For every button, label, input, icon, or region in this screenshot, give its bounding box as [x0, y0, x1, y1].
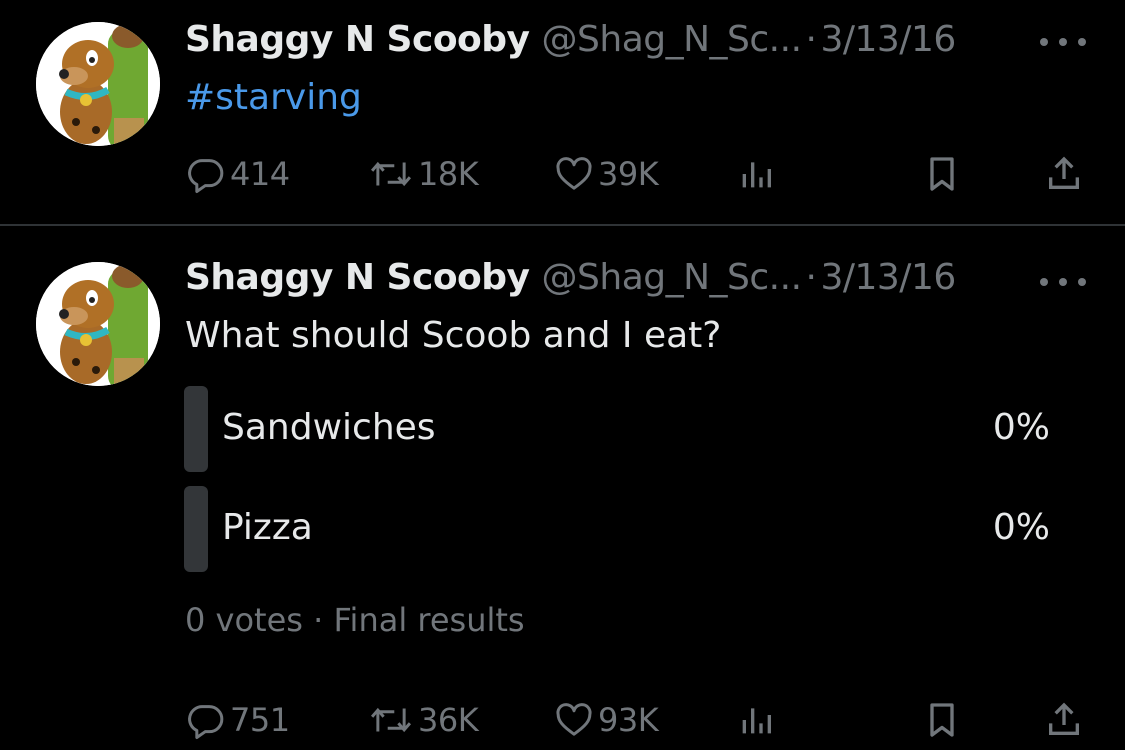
author-name[interactable]: Shaggy N Scooby: [185, 18, 530, 62]
reply-icon: [188, 705, 224, 739]
more-icon[interactable]: [1040, 272, 1086, 292]
tweet-header: Shaggy N Scooby @Shag_N_Sc... · 3/13/16: [185, 18, 956, 62]
avatar-image: [36, 262, 160, 386]
action-bar: 414 18K 39K: [0, 152, 1125, 196]
reply-button[interactable]: 414: [186, 152, 290, 196]
poll-option-label: Sandwiches: [222, 407, 436, 448]
reply-count: 751: [230, 701, 290, 739]
retweet-button[interactable]: 36K: [368, 698, 479, 742]
poll-option: Sandwiches 0%: [184, 386, 1064, 472]
share-button[interactable]: [1044, 152, 1084, 196]
like-count: 93K: [598, 701, 659, 739]
share-button[interactable]: [1044, 698, 1084, 742]
tweet-text[interactable]: #starving: [185, 76, 362, 120]
like-icon: [556, 157, 592, 190]
author-name[interactable]: Shaggy N Scooby: [185, 256, 530, 300]
avatar[interactable]: [36, 22, 160, 146]
tweet-header: Shaggy N Scooby @Shag_N_Sc... · 3/13/16: [185, 256, 956, 300]
share-icon: [1049, 156, 1079, 189]
reply-button[interactable]: 751: [186, 698, 290, 742]
views-icon: [742, 162, 771, 188]
tweet-date[interactable]: 3/13/16: [820, 18, 956, 62]
poll-option-percent: 0%: [992, 407, 1050, 448]
author-handle[interactable]: @Shag_N_Sc...: [542, 256, 802, 300]
poll-option-label: Pizza: [222, 507, 313, 548]
views-button[interactable]: [738, 698, 774, 742]
bookmark-button[interactable]: [922, 152, 962, 196]
poll-result-bar: [184, 386, 208, 472]
avatar[interactable]: [36, 262, 160, 386]
tweet-text[interactable]: What should Scoob and I eat?: [185, 314, 721, 358]
tweet[interactable]: Shaggy N Scooby @Shag_N_Sc... · 3/13/16 …: [0, 226, 1125, 750]
more-icon[interactable]: [1040, 32, 1086, 52]
retweet-count: 18K: [418, 155, 479, 193]
retweet-count: 36K: [418, 701, 479, 739]
retweet-icon: [370, 161, 412, 187]
retweet-button[interactable]: 18K: [368, 152, 479, 196]
like-button[interactable]: 39K: [554, 152, 659, 196]
like-count: 39K: [598, 155, 659, 193]
bookmark-icon: [930, 157, 954, 191]
bookmark-icon: [930, 703, 954, 737]
share-icon: [1049, 702, 1079, 735]
retweet-icon: [370, 707, 412, 733]
avatar-image: [36, 22, 160, 146]
poll-option-percent: 0%: [992, 507, 1050, 548]
tweet[interactable]: Shaggy N Scooby @Shag_N_Sc... · 3/13/16 …: [0, 0, 1125, 224]
tweet-date[interactable]: 3/13/16: [820, 256, 956, 300]
author-handle[interactable]: @Shag_N_Sc...: [542, 18, 802, 62]
header-separator: ·: [805, 257, 817, 298]
poll-meta: 0 votes · Final results: [185, 601, 525, 639]
reply-count: 414: [230, 155, 290, 193]
like-button[interactable]: 93K: [554, 698, 659, 742]
header-separator: ·: [805, 19, 817, 60]
poll-result-bar: [184, 486, 208, 572]
poll-option: Pizza 0%: [184, 486, 1064, 572]
action-bar: 751 36K 93K: [0, 698, 1125, 742]
views-button[interactable]: [738, 152, 774, 196]
reply-icon: [188, 159, 224, 193]
views-icon: [742, 708, 771, 734]
bookmark-button[interactable]: [922, 698, 962, 742]
like-icon: [556, 703, 592, 736]
